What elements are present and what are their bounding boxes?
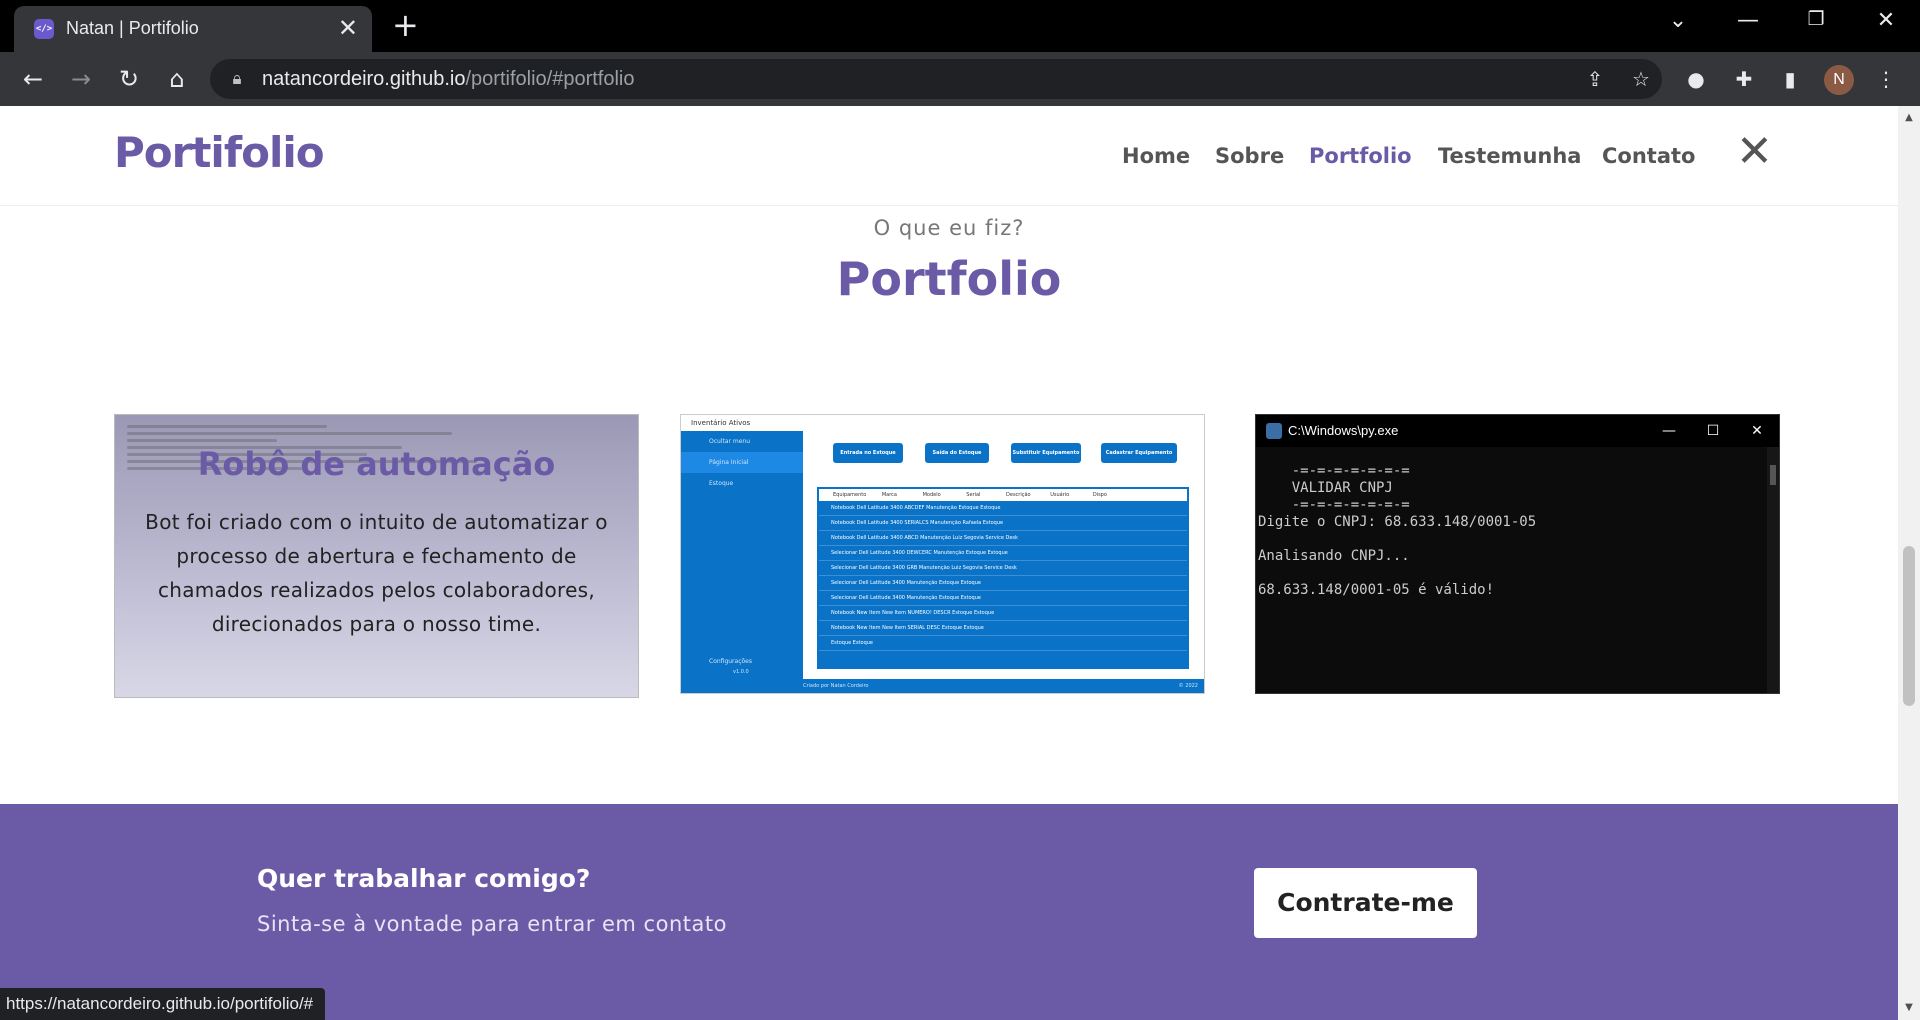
scroll-down-arrow-icon[interactable]: ▼	[1898, 998, 1920, 1018]
table-row: Notebook Dell Latitude 3400 ABCDEF Manut…	[819, 501, 1187, 516]
table-row: Notebook New Item New Item NUMERO! DESCR…	[819, 606, 1187, 621]
app-sidebar: Ocultar menu Página Inicial Estoque Conf…	[681, 431, 803, 681]
site-navbar: Portifolio Home Sobre Portfolio Testemun…	[0, 106, 1898, 206]
console-titlebar: C:\Windows\py.exe — ☐ ✕	[1256, 415, 1779, 447]
restore-icon[interactable]: ❐	[1796, 8, 1836, 30]
home-icon[interactable]: ⌂	[160, 62, 194, 96]
tab-search-chevron-icon[interactable]: ⌄	[1658, 8, 1698, 33]
lock-icon[interactable]: 🔒︎	[226, 68, 248, 90]
minimize-icon[interactable]: —	[1728, 8, 1768, 33]
app-footer-copyright: © 2022	[1178, 683, 1198, 689]
browser-toolbar: ← → ↻ ⌂ 🔒︎ natancordeiro.github.io/porti…	[0, 52, 1920, 106]
side-panel-icon[interactable]: ▮	[1776, 65, 1804, 93]
app-version: v1.0.0	[733, 669, 749, 675]
console-window-title: C:\Windows\py.exe	[1288, 423, 1399, 438]
app-menu-item: Ocultar menu	[709, 438, 751, 445]
nav-link-testemunha[interactable]: Testemunha	[1438, 144, 1581, 168]
card-title: Robô de automação	[197, 445, 556, 483]
browser-tab[interactable]: </> Natan | Portifolio ✕	[14, 6, 372, 52]
portfolio-card-cnpj[interactable]: C:\Windows\py.exe — ☐ ✕ -=-=-=-=-=-=-= V…	[1255, 414, 1780, 694]
cta-title: Quer trabalhar comigo?	[257, 864, 591, 893]
scroll-up-arrow-icon[interactable]: ▲	[1898, 108, 1920, 128]
tab-title: Natan | Portifolio	[66, 18, 199, 38]
portfolio-card-inventario[interactable]: Inventário Ativos Ocultar menu Página In…	[680, 414, 1205, 694]
menu-close-icon[interactable]: ✕	[1736, 124, 1773, 180]
console-minimize-icon: —	[1662, 423, 1676, 439]
table-header-cell: Descrição	[1006, 492, 1031, 498]
app-data-table: Equipamento Marca Modelo Serial Descriçã…	[817, 487, 1189, 669]
close-window-icon[interactable]: ✕	[1866, 8, 1906, 33]
address-bar[interactable]: 🔒︎ natancordeiro.github.io/portifolio/#p…	[210, 59, 1662, 99]
url-host: natancordeiro.github.io	[262, 68, 466, 90]
card-description: Bot foi criado com o intuito de automati…	[145, 510, 608, 636]
app-window-title: Inventário Ativos	[681, 415, 1204, 431]
portfolio-card-robo[interactable]: Robô de automação Bot foi criado com o i…	[114, 414, 639, 698]
section-title: Portfolio	[836, 252, 1062, 306]
table-row: Notebook Dell Latitude 3400 ABCD Manuten…	[819, 531, 1187, 546]
app-button: Entrada no Estoque	[833, 443, 903, 463]
site-brand[interactable]: Portifolio	[114, 128, 325, 177]
back-arrow-icon[interactable]: ←	[16, 62, 50, 96]
nav-link-contato[interactable]: Contato	[1602, 144, 1695, 168]
table-header-cell: Usuário	[1050, 492, 1070, 498]
new-tab-plus-icon[interactable]: +	[392, 8, 419, 42]
table-row: Estoque Estoque	[819, 636, 1187, 651]
app-main-area: Entrada no Estoque Saída do Estoque Subs…	[803, 431, 1204, 681]
table-row: Notebook New Item New Item SERIAL DESC E…	[819, 621, 1187, 636]
console-scrollbar	[1767, 447, 1779, 693]
tab-close-icon[interactable]: ✕	[338, 15, 358, 41]
bookmark-star-icon[interactable]: ☆	[1628, 66, 1654, 92]
nav-link-sobre[interactable]: Sobre	[1215, 144, 1284, 168]
table-header-cell: Equipamento	[833, 492, 867, 498]
url-path: /portifolio/#portfolio	[465, 68, 635, 90]
app-button: Substituir Equipamento	[1011, 443, 1081, 463]
table-row: Selecionar Dell Latitude 3400 GRB Manute…	[819, 561, 1187, 576]
table-row: Selecionar Dell Latitude 3400 Manutenção…	[819, 576, 1187, 591]
table-header-cell: Dispo	[1092, 492, 1107, 498]
nav-link-portfolio[interactable]: Portfolio	[1309, 144, 1412, 168]
browser-tab-strip: </> Natan | Portifolio ✕ + ⌄ — ❐ ✕	[0, 0, 1920, 52]
share-icon[interactable]: ⇪	[1582, 66, 1608, 92]
console-window-icon	[1266, 423, 1282, 439]
table-row: Notebook Dell Latitude 3400 SERIALCS Man…	[819, 516, 1187, 531]
url-text[interactable]: natancordeiro.github.io/portifolio/#port…	[262, 68, 634, 91]
reload-icon[interactable]: ↻	[112, 62, 146, 96]
section-subtitle: O que eu fiz?	[873, 216, 1025, 240]
app-status-bar: Criado por Natan Cordeiro © 2022	[681, 679, 1204, 693]
app-footer-credit: Criado por Natan Cordeiro	[803, 683, 869, 689]
table-row: Selecionar Dell Latitude 3400 DEWCERC Ma…	[819, 546, 1187, 561]
console-output: -=-=-=-=-=-=-= VALIDAR CNPJ -=-=-=-=-=-=…	[1258, 463, 1537, 598]
nav-link-home[interactable]: Home	[1122, 144, 1190, 168]
profile-avatar[interactable]: N	[1824, 65, 1854, 95]
link-status-bubble: https://natancordeiro.github.io/portifol…	[0, 988, 326, 1020]
table-header-cell: Modelo	[922, 492, 941, 498]
kebab-menu-icon[interactable]: ⋮	[1872, 65, 1900, 93]
app-menu-item: Página Inicial	[681, 452, 803, 473]
hire-me-button[interactable]: Contrate-me	[1254, 868, 1477, 938]
console-close-icon: ✕	[1751, 423, 1763, 439]
page-scrollbar[interactable]: ▲ ▼	[1898, 106, 1920, 1020]
scrollbar-thumb[interactable]	[1903, 546, 1915, 706]
app-button: Cadastrar Equipamento	[1101, 443, 1177, 463]
site-favicon-icon: </>	[34, 19, 54, 39]
extensions-icon[interactable]: ✚	[1730, 65, 1758, 93]
web-page: Portifolio Home Sobre Portfolio Testemun…	[0, 106, 1898, 1020]
table-header-cell: Serial	[966, 492, 981, 498]
table-header-cell: Marca	[881, 492, 897, 498]
forward-arrow-icon[interactable]: →	[64, 62, 98, 96]
app-table-header: Equipamento Marca Modelo Serial Descriçã…	[819, 489, 1187, 501]
cta-text: Sinta-se à vontade para entrar em contat…	[257, 912, 727, 936]
app-menu-item: Estoque	[709, 480, 734, 487]
table-row: Selecionar Dell Latitude 3400 Manutenção…	[819, 591, 1187, 606]
extension-puzzle-icon[interactable]: ●	[1682, 65, 1710, 93]
app-button: Saída do Estoque	[925, 443, 989, 463]
console-maximize-icon: ☐	[1706, 423, 1720, 439]
